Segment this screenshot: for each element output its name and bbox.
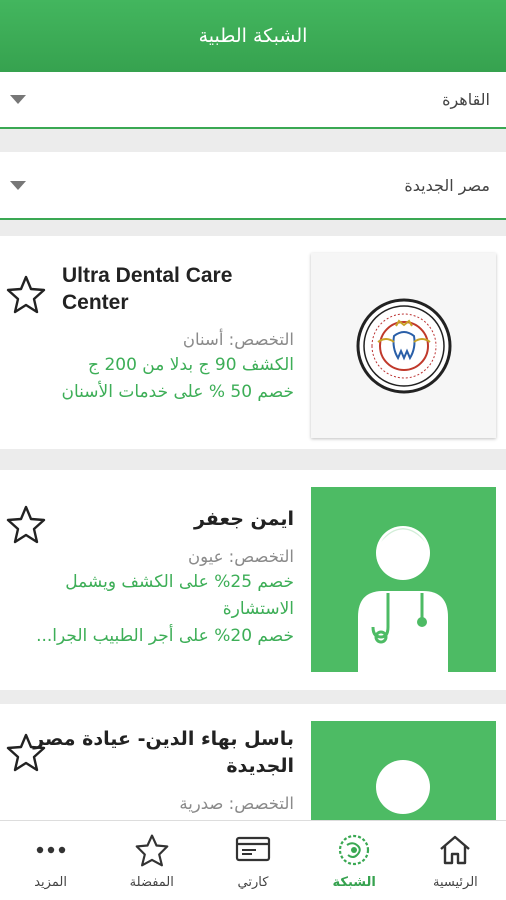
doctor-icon <box>376 760 430 814</box>
provider-specialty: التخصص: صدرية <box>179 794 294 813</box>
clinic-logo <box>311 253 496 438</box>
doctor-icon <box>358 526 448 672</box>
provider-info: ايمن جعفر التخصص: عيون خصم 25% على الكشف… <box>22 506 294 650</box>
provider-name: ايمن جعفر <box>193 508 294 530</box>
nav-network[interactable]: الشبكة <box>304 821 405 900</box>
nav-label: المزيد <box>34 875 67 890</box>
chevron-down-icon <box>10 95 26 104</box>
nav-favorites[interactable]: المفضلة <box>101 821 202 900</box>
page-title: الشبكة الطبية <box>198 25 308 47</box>
city-value: القاهرة <box>442 90 490 109</box>
doctor-avatar <box>311 721 496 820</box>
tooth-logo-icon <box>356 298 451 393</box>
provider-info: باسل بهاء الدين- عيادة مصر الجديدة التخص… <box>22 726 294 816</box>
provider-card[interactable]: باسل بهاء الدين- عيادة مصر الجديدة التخص… <box>0 704 506 820</box>
provider-offer: خصم 20% على أجر الطبيب الجرا... <box>36 626 294 646</box>
nav-label: كارتي <box>237 875 269 890</box>
nav-label: الرئيسية <box>433 875 478 890</box>
provider-card[interactable]: Ultra Dental Care Center التخصص: أسنان ا… <box>0 236 506 449</box>
provider-card[interactable]: ايمن جعفر التخصص: عيون خصم 25% على الكشف… <box>0 470 506 690</box>
provider-offer: خصم 50 % على خدمات الأسنان <box>61 382 295 402</box>
provider-specialty: التخصص: أسنان <box>182 330 294 349</box>
nav-more[interactable]: المزيد <box>0 821 101 900</box>
app-header: الشبكة الطبية <box>0 0 506 72</box>
provider-info: Ultra Dental Care Center التخصص: أسنان ا… <box>22 262 295 406</box>
more-icon <box>32 831 70 869</box>
area-dropdown[interactable]: مصر الجديدة <box>0 152 506 220</box>
nav-home[interactable]: الرئيسية <box>405 821 506 900</box>
doctor-avatar <box>311 487 496 672</box>
provider-specialty: التخصص: عيون <box>187 547 294 566</box>
star-icon <box>133 831 171 869</box>
network-icon <box>335 831 373 869</box>
city-dropdown[interactable]: القاهرة <box>0 72 506 129</box>
provider-offer: الكشف 90 ج بدلا من 200 ج <box>88 355 294 375</box>
card-icon <box>234 831 272 869</box>
bottom-navigation: الرئيسية الشبكة كارتي المفضلة المزيد <box>0 820 506 900</box>
nav-label: المفضلة <box>129 875 174 890</box>
provider-name: Ultra Dental Care Center <box>62 264 233 314</box>
chevron-down-icon <box>10 180 26 190</box>
provider-name: باسل بهاء الدين- عيادة مصر الجديدة <box>33 728 294 777</box>
provider-list[interactable]: Ultra Dental Care Center التخصص: أسنان ا… <box>0 230 506 820</box>
area-value: مصر الجديدة <box>404 175 490 195</box>
nav-label: الشبكة <box>332 875 376 890</box>
home-icon <box>436 831 474 869</box>
nav-my-card[interactable]: كارتي <box>202 821 303 900</box>
provider-offer: خصم 25% على الكشف ويشمل الاستشارة <box>65 572 294 619</box>
